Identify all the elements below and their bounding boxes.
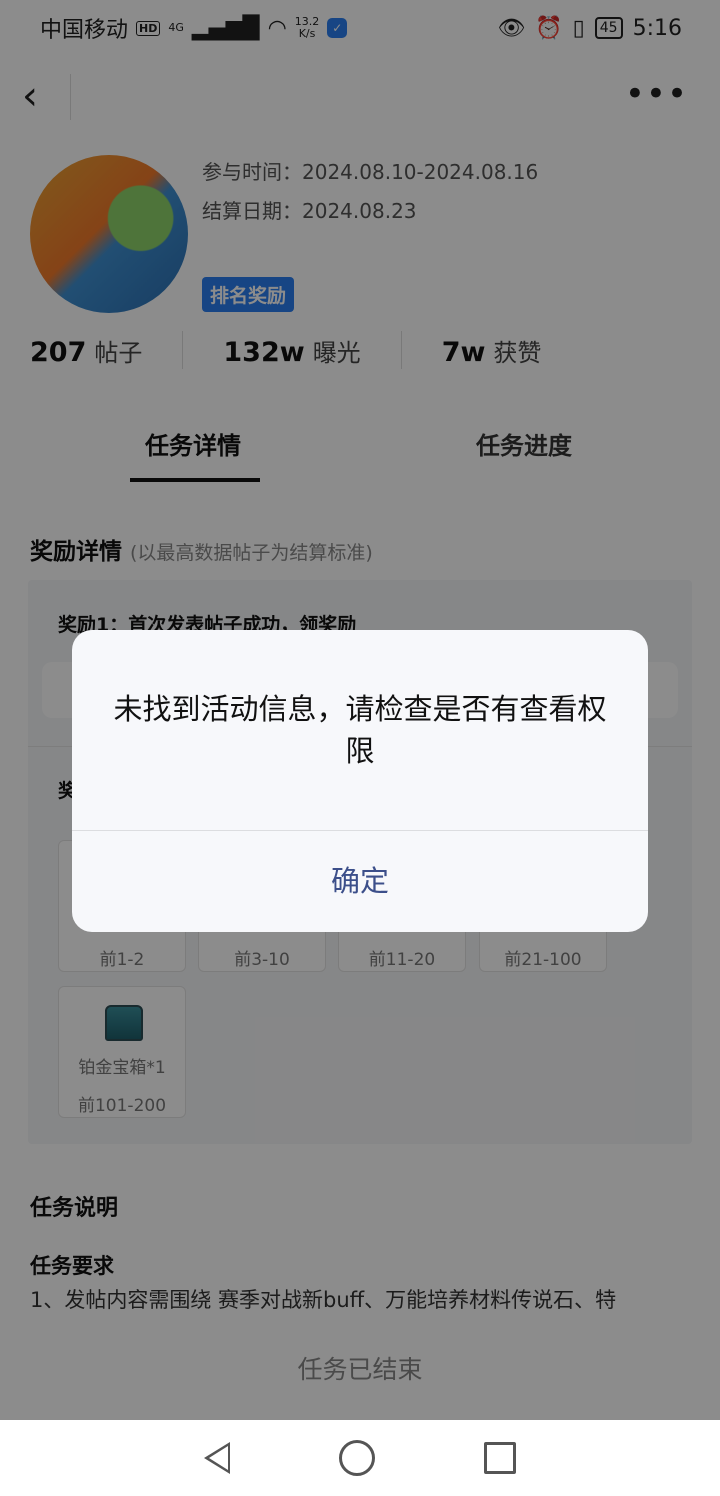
nav-recents-icon[interactable]	[483, 1442, 516, 1474]
confirm-button[interactable]: 确定	[72, 831, 648, 932]
dialog-message: 未找到活动信息，请检查是否有查看权限	[113, 692, 607, 768]
nav-back-icon[interactable]	[204, 1442, 231, 1474]
nav-home-icon[interactable]	[338, 1440, 375, 1476]
system-nav-bar	[0, 1420, 720, 1496]
alert-dialog: 未找到活动信息，请检查是否有查看权限 确定	[72, 630, 648, 932]
